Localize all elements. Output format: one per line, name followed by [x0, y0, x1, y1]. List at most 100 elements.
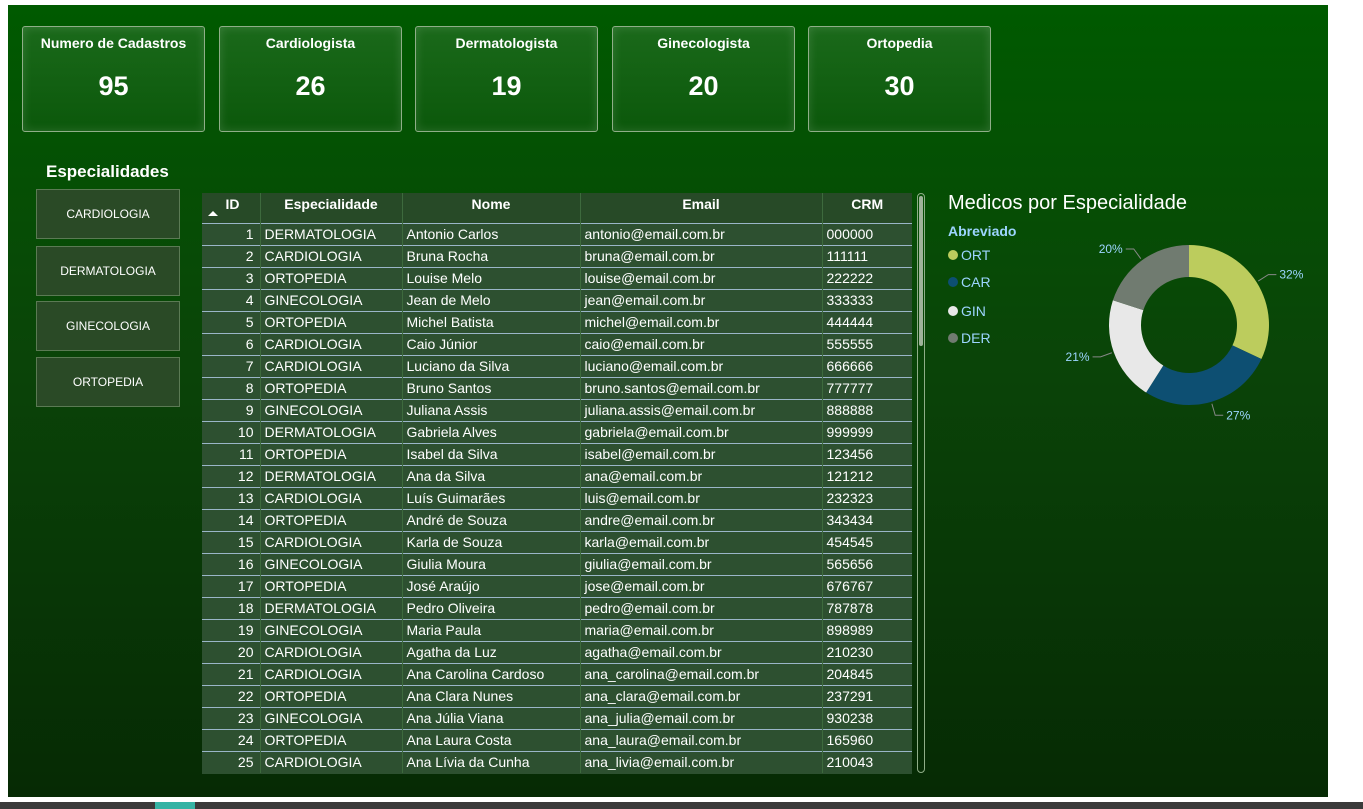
- kpi-card-cardiologista[interactable]: Cardiologista 26: [219, 26, 402, 132]
- table-row[interactable]: 20 CARDIOLOGIA Agatha da Luz agatha@email.c…: [202, 641, 912, 663]
- kpi-card-value: 95: [98, 71, 129, 101]
- taskbar-active-indicator: [155, 802, 195, 809]
- table-scrollbar[interactable]: [917, 193, 925, 773]
- cell-id: 10: [237, 424, 254, 440]
- cell-crm: 565656: [821, 553, 912, 575]
- table-row[interactable]: 13 CARDIOLOGIA Luís Guimarães luis@email.co…: [202, 487, 912, 509]
- donut-data-label: 32%: [1279, 268, 1303, 282]
- cell-nome: Pedro Oliveira: [401, 597, 580, 619]
- cell-email: giulia@email.com.br: [579, 553, 822, 575]
- column-header-email[interactable]: Email: [579, 193, 822, 223]
- cell-id: 23: [237, 710, 254, 726]
- sort-ascending-icon[interactable]: [208, 211, 218, 216]
- kpi-card-total[interactable]: Numero de Cadastros 95: [22, 26, 205, 132]
- cell-email: ana_julia@email.com.br: [579, 707, 822, 729]
- table-row[interactable]: 5 ORTOPEDIA Michel Batista michel@email.com…: [202, 311, 912, 333]
- table-row[interactable]: 19 GINECOLOGIA Maria Paula maria@email.com.…: [202, 619, 912, 641]
- table-row[interactable]: 1 DERMATOLOGIA Antonio Carlos antonio@email…: [202, 223, 912, 245]
- leader-line: [1211, 403, 1224, 416]
- slicer-item-ginecologia[interactable]: GINECOLOGIA: [36, 301, 180, 351]
- cell-email: luciano@email.com.br: [579, 355, 822, 377]
- cell-especialidade: CARDIOLOGIA: [259, 487, 402, 509]
- cell-crm: 898989: [821, 619, 912, 641]
- cell-id: 21: [237, 666, 254, 682]
- table-row[interactable]: 12 DERMATOLOGIA Ana da Silva ana@email.com.…: [202, 465, 912, 487]
- table-row[interactable]: 17 ORTOPEDIA José Araújo jose@email.com.br 6…: [202, 575, 912, 597]
- cell-id: 2: [245, 248, 254, 264]
- cell-email: bruno.santos@email.com.br: [579, 377, 822, 399]
- cell-especialidade: CARDIOLOGIA: [259, 751, 402, 773]
- cell-email: luis@email.com.br: [579, 487, 822, 509]
- table-row[interactable]: 11 ORTOPEDIA Isabel da Silva isabel@email.c…: [202, 443, 912, 465]
- cell-id: 18: [237, 600, 254, 616]
- cell-id: 14: [237, 512, 254, 528]
- legend-item-der[interactable]: DER: [948, 330, 991, 346]
- table-row[interactable]: 21 CARDIOLOGIA Ana Carolina Cardoso ana_car…: [202, 663, 912, 685]
- table-row[interactable]: 7 CARDIOLOGIA Luciano da Silva luciano@emai…: [202, 355, 912, 377]
- kpi-card-dermatologista[interactable]: Dermatologista 19: [415, 26, 598, 132]
- cell-nome: Bruna Rocha: [401, 245, 580, 267]
- cell-especialidade: CARDIOLOGIA: [259, 641, 402, 663]
- column-header-crm[interactable]: CRM: [821, 193, 912, 223]
- cell-id: 8: [245, 380, 254, 396]
- kpi-card-title: Dermatologista: [455, 35, 558, 51]
- cell-nome: Michel Batista: [401, 311, 580, 333]
- cell-nome: Gabriela Alves: [401, 421, 580, 443]
- kpi-card-ginecologista[interactable]: Ginecologista 20: [612, 26, 795, 132]
- table-row[interactable]: 2 CARDIOLOGIA Bruna Rocha bruna@email.com.b…: [202, 245, 912, 267]
- table-row[interactable]: 15 CARDIOLOGIA Karla de Souza karla@email.c…: [202, 531, 912, 553]
- doctors-table: ID Especialidade Nome Email CRM 1 DERMATO…: [202, 193, 912, 774]
- column-header-id[interactable]: ID: [202, 193, 260, 223]
- legend-item-car[interactable]: CAR: [948, 274, 991, 290]
- column-header-nome[interactable]: Nome: [401, 193, 580, 223]
- column-header-especialidade[interactable]: Especialidade: [259, 193, 402, 223]
- cell-id: 16: [237, 556, 254, 572]
- leader-line: [1092, 352, 1113, 358]
- cell-id: 7: [245, 358, 254, 374]
- kpi-card-ortopedia[interactable]: Ortopedia 30: [808, 26, 991, 132]
- legend-item-ort[interactable]: ORT: [948, 247, 990, 263]
- table-row[interactable]: 8 ORTOPEDIA Bruno Santos bruno.santos@email…: [202, 377, 912, 399]
- kpi-card-title: Ortopedia: [866, 35, 933, 51]
- slicer-item-dermatologia[interactable]: DERMATOLOGIA: [36, 246, 180, 296]
- table-row[interactable]: 3 ORTOPEDIA Louise Melo louise@email.com.br…: [202, 267, 912, 289]
- donut-slice-car[interactable]: [1146, 345, 1262, 405]
- cell-crm: 999999: [821, 421, 912, 443]
- cell-nome: Ana Lívia da Cunha: [401, 751, 580, 773]
- cell-nome: Luciano da Silva: [401, 355, 580, 377]
- cell-id: 5: [245, 314, 254, 330]
- table-row[interactable]: 24 ORTOPEDIA Ana Laura Costa ana_laura@emai…: [202, 729, 912, 751]
- table-row[interactable]: 22 ORTOPEDIA Ana Clara Nunes ana_clara@emai…: [202, 685, 912, 707]
- cell-especialidade: GINECOLOGIA: [259, 619, 402, 641]
- donut-slice-ort[interactable]: [1189, 245, 1269, 360]
- cell-email: ana@email.com.br: [579, 465, 822, 487]
- cell-email: gabriela@email.com.br: [579, 421, 822, 443]
- table-row[interactable]: 10 DERMATOLOGIA Gabriela Alves gabriela@ema…: [202, 421, 912, 443]
- table-row[interactable]: 18 DERMATOLOGIA Pedro Oliveira pedro@email.…: [202, 597, 912, 619]
- table-row[interactable]: 23 GINECOLOGIA Ana Júlia Viana ana_julia@em…: [202, 707, 912, 729]
- table-row[interactable]: 4 GINECOLOGIA Jean de Melo jean@email.com.b…: [202, 289, 912, 311]
- cell-id: 20: [237, 644, 254, 660]
- cell-nome: Ana Clara Nunes: [401, 685, 580, 707]
- table-row[interactable]: 6 CARDIOLOGIA Caio Júnior caio@email.com.br…: [202, 333, 912, 355]
- cell-email: louise@email.com.br: [579, 267, 822, 289]
- kpi-card-value: 26: [295, 71, 326, 101]
- cell-especialidade: ORTOPEDIA: [259, 509, 402, 531]
- cell-crm: 204845: [821, 663, 912, 685]
- table-row[interactable]: 25 CARDIOLOGIA Ana Lívia da Cunha ana_livia…: [202, 751, 912, 773]
- slicer-item-ortopedia[interactable]: ORTOPEDIA: [36, 357, 180, 407]
- donut-slice-der[interactable]: [1112, 245, 1189, 311]
- scrollbar-thumb[interactable]: [919, 196, 923, 346]
- slicer-item-cardiologia[interactable]: CARDIOLOGIA: [36, 189, 180, 239]
- cell-id: 11: [238, 446, 254, 462]
- legend-label: GIN: [961, 303, 986, 319]
- cell-especialidade: CARDIOLOGIA: [259, 333, 402, 355]
- table-row[interactable]: 16 GINECOLOGIA Giulia Moura giulia@email.co…: [202, 553, 912, 575]
- cell-crm: 454545: [821, 531, 912, 553]
- legend-item-gin[interactable]: GIN: [948, 303, 986, 319]
- cell-crm: 165960: [821, 729, 912, 751]
- legend-dot: [948, 277, 958, 287]
- cell-email: bruna@email.com.br: [579, 245, 822, 267]
- table-row[interactable]: 14 ORTOPEDIA André de Souza andre@email.com…: [202, 509, 912, 531]
- table-row[interactable]: 9 GINECOLOGIA Juliana Assis juliana.assis@e…: [202, 399, 912, 421]
